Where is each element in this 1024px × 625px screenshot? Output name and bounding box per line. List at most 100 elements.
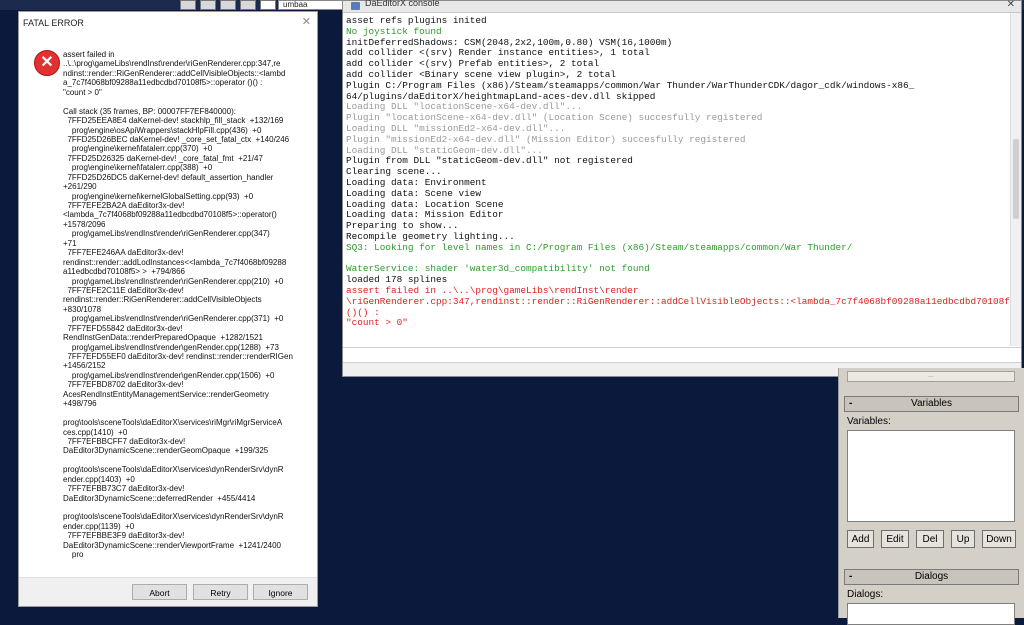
console-line: Plugin C:/Program Files (x86)/Steam/stea…: [346, 79, 915, 91]
error-message-line: ces.cpp(1410) +0: [63, 427, 128, 437]
error-message-line: 7FF7EFBD8702 daEditor3x-dev!: [63, 380, 184, 390]
console-line: Plugin from DLL "staticGeom-dev.dll" not…: [346, 155, 633, 167]
variables-list[interactable]: [847, 430, 1015, 522]
error-message-line: 7FFD25EEA8E4 daKernel-dev! stackhlp_fill…: [63, 116, 284, 126]
property-panel: ... - Variables Variables: Add Edit Del …: [838, 368, 1024, 625]
dialogs-header-label: Dialogs: [914, 571, 949, 582]
error-message-line: 7FFD25D26DC5 daKernel-dev! default_asser…: [63, 172, 274, 182]
dialog-close-icon[interactable]: ✕: [302, 15, 311, 28]
taskbar-app-icon[interactable]: [220, 0, 236, 10]
error-message-line: RendInstGenData::renderPreparedOpaque +1…: [63, 333, 263, 343]
error-message-line: prog\gameLibs\rendInst\render\riGenRende…: [63, 276, 284, 286]
error-message-line: +1578/2096: [63, 219, 106, 229]
taskbar-app-icon[interactable]: [180, 0, 196, 10]
error-message-line: [63, 97, 309, 106]
error-message-line: 7FF7EFE246AA daEditor3x-dev!: [63, 248, 184, 258]
error-message-line: assert failed in: [63, 50, 115, 59]
taskbar-app-icon[interactable]: [200, 0, 216, 10]
console-log: asset refs plugins inited No joystick fou…: [346, 16, 1011, 342]
error-message-line: DaEditor3DynamicScene::deferredRender +4…: [63, 493, 256, 503]
error-message-line: DaEditor3DynamicScene::renderGeomOpaque …: [63, 446, 269, 456]
console-app-icon: [351, 2, 360, 10]
error-message-line: 7FF7EFD55842 daEditor3x-dev!: [63, 323, 183, 333]
console-line: "count > 0": [346, 317, 408, 329]
error-message-line: prog\engine\kernel\kernelGlobalSetting.c…: [63, 191, 254, 201]
dialogs-list[interactable]: [847, 603, 1015, 625]
collapse-icon[interactable]: -: [849, 570, 852, 584]
error-message-line: prog\gameLibs\rendInst\render\genRender.…: [63, 370, 275, 380]
error-message-line: rendinst::render::RiGenRenderer::addCell…: [63, 295, 262, 305]
error-message-line: prog\gameLibs\rendInst\render\riGenRende…: [63, 229, 270, 239]
add-button[interactable]: Add: [847, 530, 874, 548]
edit-button[interactable]: Edit: [881, 530, 909, 548]
taskbar-app-icon[interactable]: [260, 0, 276, 10]
error-message-line: 7FFD25D26BEC daKernel-dev! _core_set_fat…: [63, 134, 290, 144]
error-message-line: +498/796: [63, 399, 97, 409]
console-scroll-thumb[interactable]: [1013, 139, 1019, 219]
error-message-line: a11edbcdbd70108f5> > +794/866: [63, 267, 185, 277]
ignore-button[interactable]: Ignore: [253, 584, 308, 600]
error-message-line: prog\gameLibs\rendInst\render\riGenRende…: [63, 314, 284, 324]
fatal-error-dialog: FATAL ERROR ✕ ✕ assert failed in ..\..\pr…: [18, 11, 318, 607]
console-window: DaEditorX console ✕ asset refs plugins i…: [342, 0, 1022, 377]
error-message-line: +830/1078: [63, 304, 102, 314]
error-message-line: prog\engine\osApiWrappers\stackHlpFill.c…: [63, 125, 262, 135]
console-vertical-scrollbar[interactable]: [1010, 13, 1021, 346]
abort-button[interactable]: Abort: [132, 584, 187, 600]
variables-header-label: Variables: [911, 398, 952, 409]
down-button[interactable]: Down: [982, 530, 1016, 548]
error-message-line: a_7c7f4068bf09288a11edbcdbd70108f5>::ope…: [63, 78, 263, 88]
error-message: assert failed in ..\..\prog\gameLibs\rend…: [63, 50, 309, 585]
dialogs-header[interactable]: - Dialogs: [844, 569, 1019, 585]
taskbar-app-icon[interactable]: [240, 0, 256, 10]
error-message-line: +71: [63, 238, 77, 248]
error-message-line: [63, 503, 309, 512]
error-message-line: rendinst::render::addLodInstances<<lambd…: [63, 257, 287, 267]
error-message-line: prog\engine\kernel\fatalerr.cpp(388) +0: [63, 163, 213, 173]
error-message-line: DaEditor3DynamicScene::renderViewportFra…: [63, 540, 281, 550]
console-line: Plugin "missionEd2-x64-dev.dll" (Mission…: [346, 133, 746, 145]
console-close-icon[interactable]: ✕: [1007, 0, 1015, 10]
error-message-line: 7FFD25D26325 daKernel-dev! _core_fatal_f…: [63, 153, 263, 163]
error-message-line: pro: [63, 550, 84, 560]
collapse-icon[interactable]: -: [849, 397, 852, 411]
variables-label: Variables:: [847, 416, 891, 427]
retry-button[interactable]: Retry: [193, 584, 248, 600]
error-message-line: +1456/2152: [63, 361, 106, 371]
error-message-line: prog\engine\kernel\fatalerr.cpp(370) +0: [63, 144, 213, 154]
error-message-line: 7FF7EFD55EF0 daEditor3x-dev! rendinst::r…: [63, 352, 293, 361]
error-message-line: +261/290: [63, 182, 97, 192]
console-line: ()() :: [346, 306, 380, 318]
error-message-line: 7FF7EFE2C11E daEditor3x-dev!: [63, 285, 184, 295]
error-message-line: ndinst::render::RiGenRenderer::addCellVi…: [63, 68, 286, 78]
console-titlebar[interactable]: DaEditorX console ✕: [343, 0, 1021, 13]
console-line: SQ3: Looking for level names in C:/Progr…: [346, 241, 853, 253]
taskbar-field[interactable]: umbaa: [278, 0, 344, 10]
del-button[interactable]: Del: [916, 530, 944, 548]
variables-header[interactable]: - Variables: [844, 396, 1019, 412]
panel-top-field[interactable]: ...: [847, 371, 1015, 382]
console-line: Loading data: Scene view: [346, 187, 482, 199]
error-message-line: ..\..\prog\gameLibs\rendInst\render\riGe…: [63, 59, 281, 69]
dialog-title: FATAL ERROR: [23, 18, 84, 28]
error-message-line: 7FF7EFBB73C7 daEditor3x-dev!: [63, 484, 185, 494]
error-message-line: prog\tools\sceneTools\daEditorX\services…: [63, 512, 284, 522]
error-message-line: ender.cpp(1403) +0: [63, 474, 135, 484]
console-line: \riGenRenderer.cpp:347,rendinst::render:…: [346, 295, 1011, 307]
dialogs-label: Dialogs:: [847, 589, 884, 600]
console-command-input[interactable]: [343, 347, 1021, 363]
error-message-line: [63, 456, 309, 465]
error-message-line: prog\tools\sceneTools\daEditorX\services…: [63, 465, 284, 475]
error-message-line: prog\gameLibs\rendInst\render\genRender.…: [63, 342, 279, 352]
dialog-footer: Abort Retry Ignore: [19, 577, 317, 606]
up-button[interactable]: Up: [951, 530, 975, 548]
error-message-line: 7FF7EFBBCFF7 daEditor3x-dev!: [63, 436, 186, 446]
error-message-line: 7FF7EFE2BA2A daEditor3x-dev!: [63, 201, 185, 210]
error-message-line: 7FF7EFBBE3F9 daEditor3x-dev!: [63, 531, 185, 541]
error-message-line: <lambda_7c7f4068bf09288a11edbcdbd70108f5…: [63, 210, 277, 220]
console-line: asset refs plugins inited: [346, 16, 487, 26]
error-message-line: "count > 0": [63, 87, 102, 97]
console-title: DaEditorX console: [365, 0, 440, 8]
console-line: No joystick found: [346, 25, 442, 37]
error-message-line: Call stack (35 frames, BP: 00007FF7EF840…: [63, 106, 236, 116]
